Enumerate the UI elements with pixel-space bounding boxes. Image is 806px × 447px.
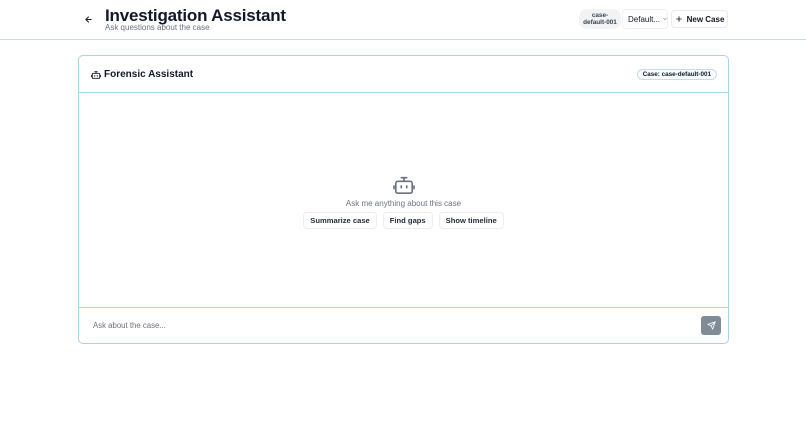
case-select[interactable]: Default... [622,9,668,29]
plus-icon [675,16,682,22]
app-header: Investigation Assistant Ask questions ab… [0,0,806,40]
suggestion-list: Summarize case Find gaps Show timeline [79,212,728,229]
arrow-left-icon [84,15,92,23]
new-case-label: New Case [686,14,725,24]
back-button[interactable] [80,11,96,27]
case-id-badge-line2: default-001 [583,19,617,26]
bot-icon [91,71,101,79]
assistant-panel-header: Forensic Assistant Case: case-default-00… [79,56,728,93]
find-gaps-button[interactable]: Find gaps [382,212,433,229]
chat-input-row [79,307,728,343]
assistant-title: Forensic Assistant [104,69,194,80]
show-timeline-button[interactable]: Show timeline [438,212,504,229]
page-subtitle: Ask questions about the case [105,23,210,32]
new-case-button[interactable]: New Case [671,10,728,28]
case-select-value: Default... [628,14,661,24]
chevron-down-icon [662,16,668,22]
send-button[interactable] [701,316,721,335]
send-icon [706,321,716,330]
summarize-case-button[interactable]: Summarize case [303,212,377,229]
empty-state-prompt: Ask me anything about this case [345,199,462,208]
case-id-badge: case- default-001 [579,9,621,29]
case-id-badge-line1: case- [591,11,609,19]
chat-input[interactable] [87,317,687,334]
bot-icon [393,176,415,194]
assistant-panel: Forensic Assistant Case: case-default-00… [78,55,729,344]
case-context-badge: Case: case-default-001 [636,69,717,80]
